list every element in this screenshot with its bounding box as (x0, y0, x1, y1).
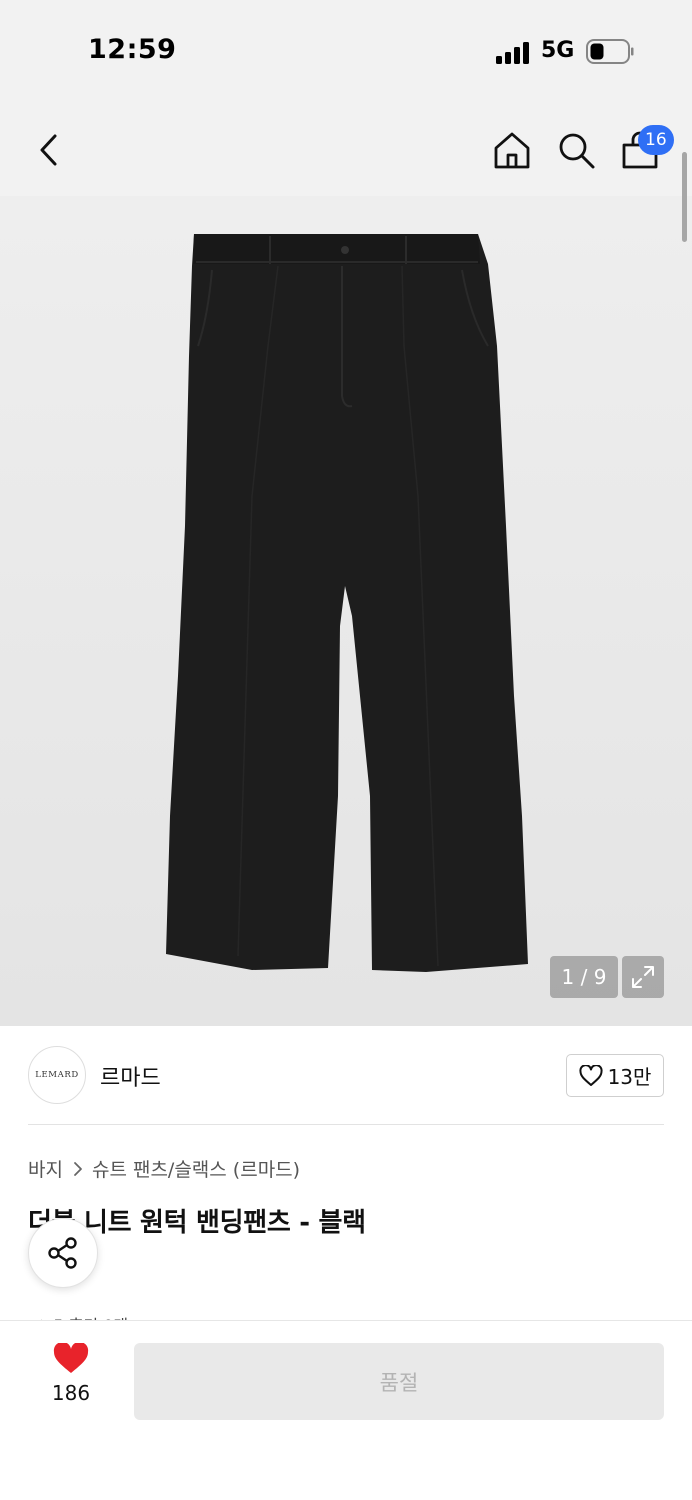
breadcrumb-subcategory[interactable]: 슈트 팬츠/슬랙스 (르마드) (92, 1155, 300, 1182)
heart-outline-icon (579, 1064, 603, 1086)
brand-logo-text: LEMARD (35, 1070, 79, 1080)
signal-icon (496, 42, 529, 64)
breadcrumb: 바지 슈트 팬츠/슬랙스 (르마드) (28, 1155, 300, 1182)
brand-name[interactable]: 르마드 (100, 1060, 161, 1092)
heart-filled-icon (53, 1343, 89, 1373)
status-bar: 12:59 5G (0, 0, 692, 100)
brand-row: LEMARD 르마드 13만 (0, 1026, 692, 1126)
sold-out-button[interactable]: 품절 (134, 1343, 664, 1420)
home-icon (494, 132, 530, 169)
wishlist-count: 186 (51, 1381, 91, 1405)
breadcrumb-category[interactable]: 바지 (28, 1155, 63, 1182)
bottom-action-bar: 186 품절 (0, 1320, 692, 1500)
search-icon (559, 133, 595, 169)
chevron-right-icon (73, 1161, 83, 1177)
expand-image-button[interactable] (622, 956, 664, 998)
battery-icon (586, 39, 634, 64)
product-image (166, 234, 528, 972)
top-nav-bar (0, 100, 692, 196)
network-label: 5G (541, 38, 575, 63)
brand-like-count: 13만 (607, 1065, 652, 1089)
status-time: 12:59 (88, 34, 177, 65)
brand-like-button[interactable]: 13만 (566, 1054, 664, 1097)
home-button[interactable] (488, 126, 536, 174)
cart-count-badge: 16 (638, 125, 674, 155)
search-button[interactable] (552, 126, 600, 174)
expand-icon (632, 966, 654, 988)
share-icon (48, 1237, 77, 1269)
product-image-gallery[interactable]: 1 / 9 (0, 196, 692, 1026)
back-button[interactable] (26, 126, 74, 174)
divider (28, 1124, 664, 1125)
brand-logo[interactable]: LEMARD (28, 1046, 86, 1104)
share-button[interactable] (28, 1218, 98, 1288)
image-counter: 1 / 9 (550, 956, 618, 998)
scrollbar-thumb[interactable] (682, 152, 687, 242)
chevron-left-icon (40, 134, 57, 166)
wishlist-button[interactable]: 186 (36, 1343, 106, 1423)
